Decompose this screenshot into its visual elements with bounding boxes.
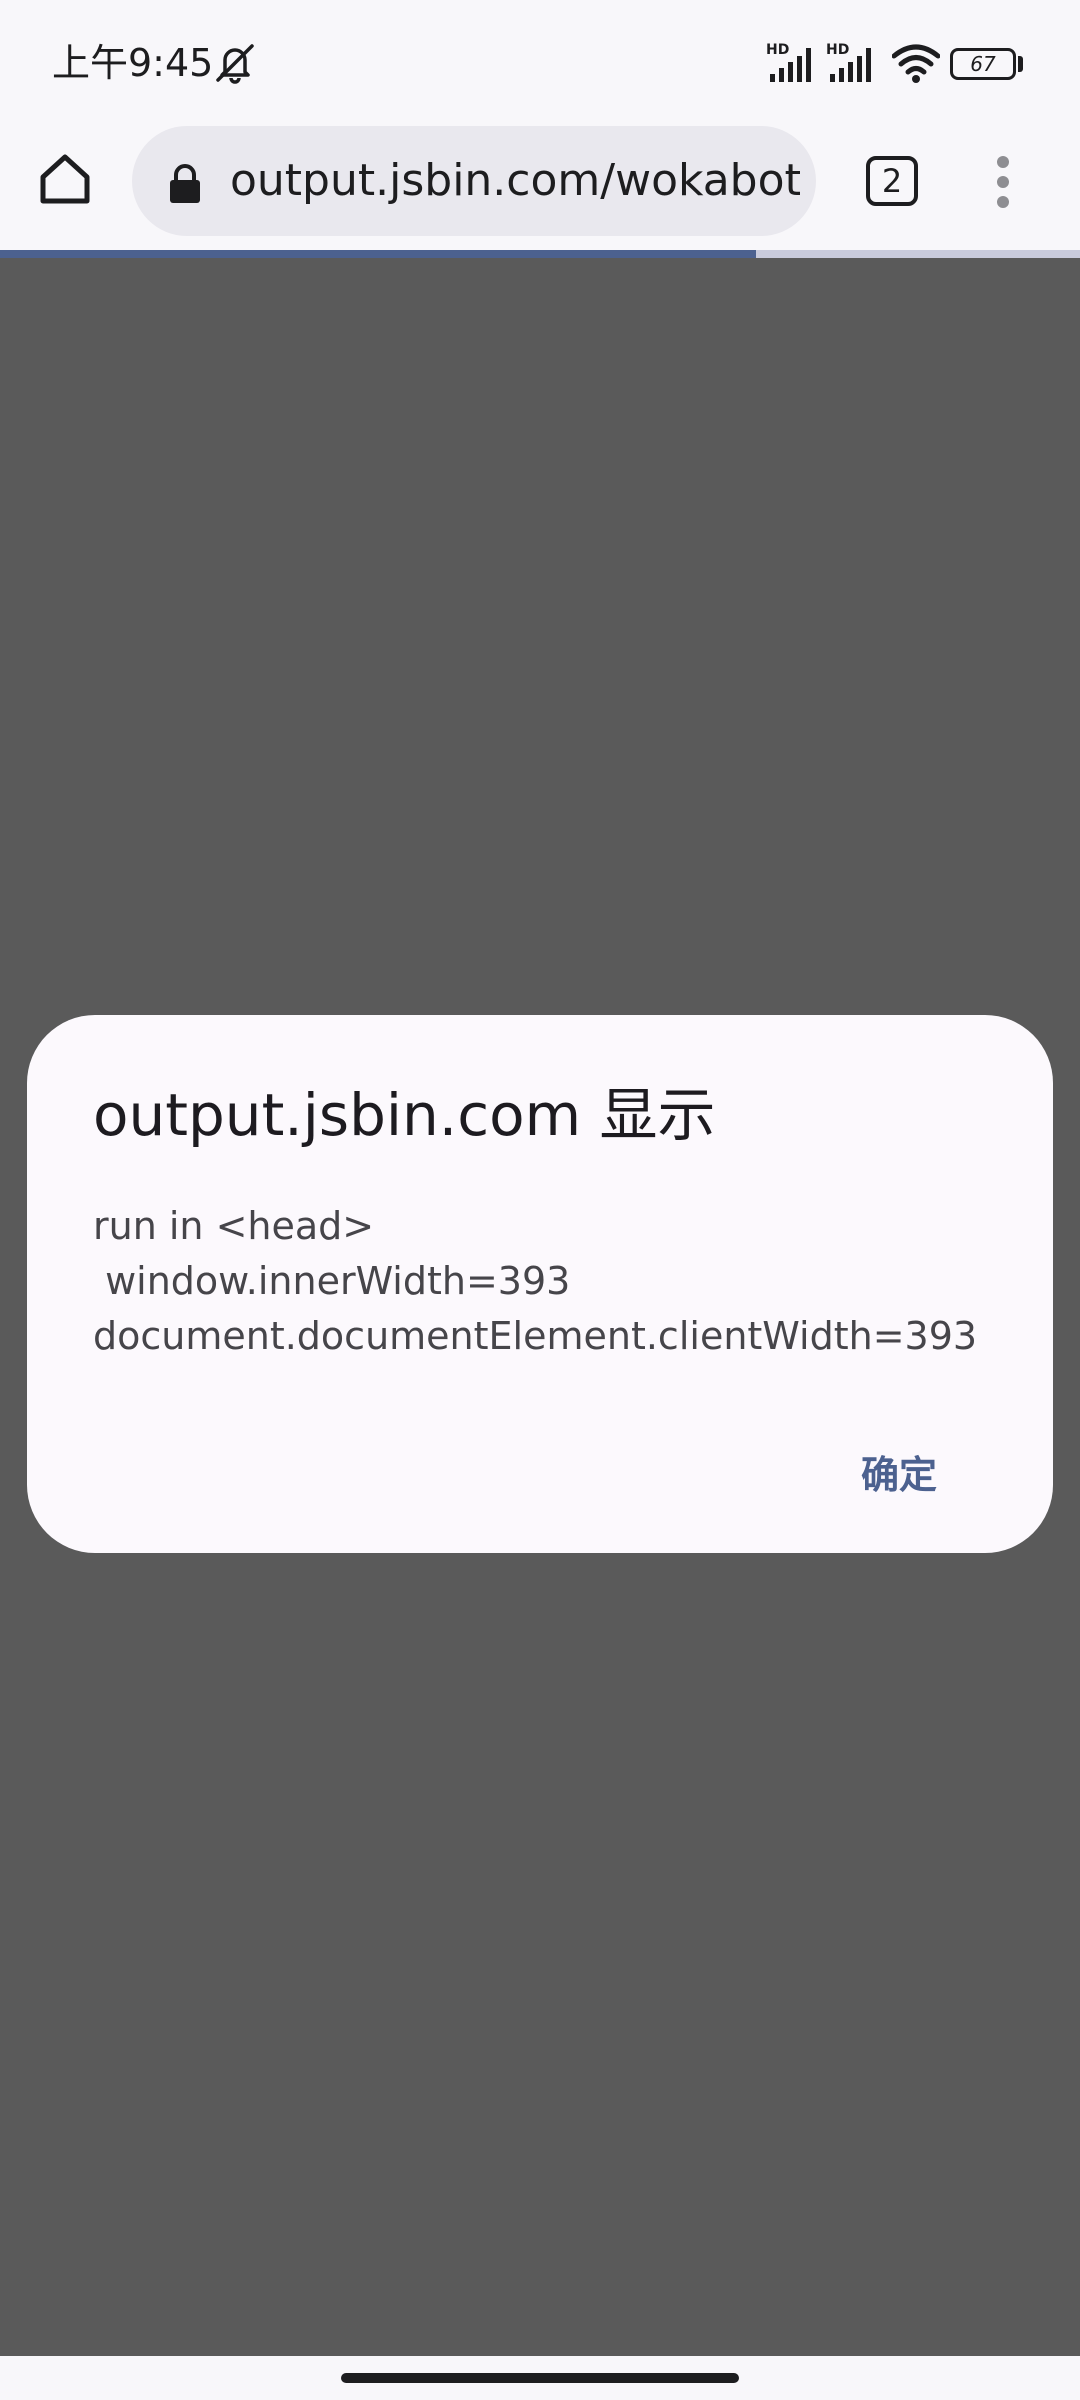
signal-hd-label: HD xyxy=(766,42,789,58)
dialog-message: run in <head> window.innerWidth=393 docu… xyxy=(93,1204,978,1358)
home-indicator[interactable] xyxy=(341,2373,739,2383)
status-time: 上午9:45 xyxy=(52,41,214,85)
mute-icon xyxy=(216,44,254,84)
alert-dialog: output.jsbin.com 显示 run in <head> window… xyxy=(27,1015,1053,1553)
signal-hd-label: HD xyxy=(826,42,849,58)
battery-level: 67 xyxy=(970,52,996,76)
signal-icon: HD xyxy=(766,42,811,82)
tab-switcher-button[interactable]: 2 xyxy=(866,156,918,206)
status-bar: 上午9:45 HD HD 67 xyxy=(0,0,1080,124)
dialog-title: output.jsbin.com 显示 xyxy=(93,1081,716,1149)
lock-icon[interactable] xyxy=(168,164,202,204)
gesture-nav-bar xyxy=(0,2356,1080,2400)
tab-count: 2 xyxy=(881,162,903,200)
more-vert-icon[interactable] xyxy=(988,154,1018,210)
browser-toolbar: output.jsbin.com/wokabot 2 xyxy=(0,124,1080,250)
wifi-icon xyxy=(892,44,940,83)
url-text[interactable]: output.jsbin.com/wokabot xyxy=(230,154,800,208)
address-bar[interactable]: output.jsbin.com/wokabot xyxy=(132,126,816,236)
ok-button[interactable]: 确定 xyxy=(861,1450,937,1500)
battery-cap xyxy=(1018,56,1023,72)
home-button[interactable] xyxy=(32,146,98,212)
signal-icon: HD xyxy=(826,42,871,82)
home-icon xyxy=(40,154,90,204)
page-load-progress xyxy=(0,250,1080,258)
page-load-progress-fill xyxy=(0,250,756,258)
battery-icon: 67 xyxy=(950,48,1016,80)
